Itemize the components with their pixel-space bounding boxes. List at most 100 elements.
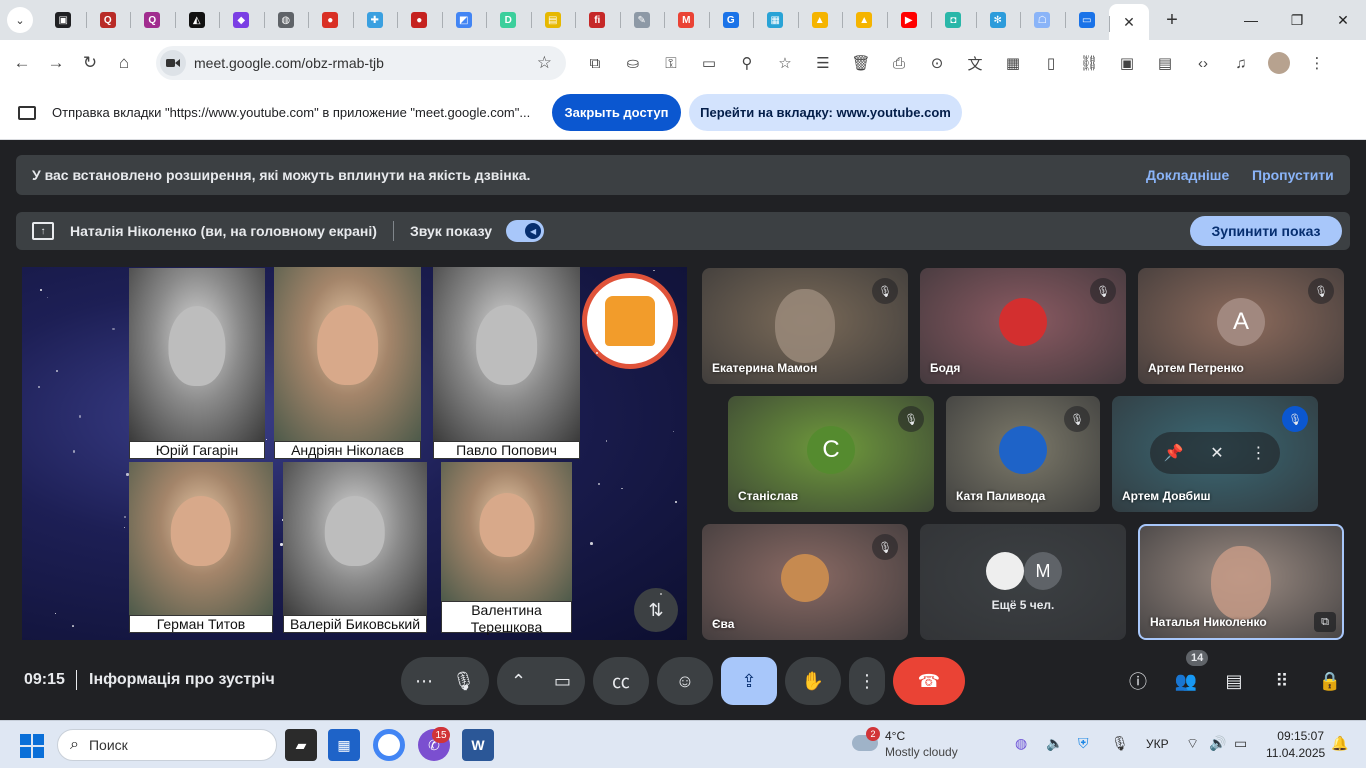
weather-widget[interactable]: 2 4°C Mostly cloudy <box>852 727 982 763</box>
mute-participant-icon[interactable]: ✕ <box>1210 443 1223 463</box>
reading-list-icon[interactable]: ☰ <box>804 46 842 80</box>
back-icon[interactable]: ← <box>5 46 39 80</box>
home-icon[interactable]: ⌂ <box>107 46 141 80</box>
browser-tab[interactable]: ● <box>397 0 442 40</box>
stop-presenting-button[interactable]: Зупинити показ <box>1190 216 1342 246</box>
media-control-icon[interactable]: ♫ <box>1222 46 1260 80</box>
browser-tab[interactable]: ▲ <box>842 0 887 40</box>
chat-icon[interactable]: ▤ <box>1221 668 1247 694</box>
browser-tab[interactable]: ● <box>308 0 353 40</box>
browser-tab[interactable]: ☖ <box>1020 0 1065 40</box>
browser-tab[interactable]: ✎ <box>619 0 665 40</box>
restore-icon[interactable]: ❐ <box>1274 0 1320 40</box>
browser-tab[interactable]: ◭ <box>174 0 220 40</box>
browser-tab[interactable]: ◆ <box>219 0 264 40</box>
tab-search-dropdown-icon[interactable]: ⌄ <box>7 7 33 33</box>
browser-tab[interactable]: ▶ <box>886 0 932 40</box>
raise-hand-button[interactable]: ✋ <box>785 657 841 705</box>
browser-tab[interactable]: ◘ <box>931 0 976 40</box>
battery-icon[interactable]: ▭ <box>1234 735 1247 752</box>
menu-kebab-icon[interactable]: ⋮ <box>1298 46 1336 80</box>
reload-icon[interactable]: ↻ <box>73 46 107 80</box>
notification-bell-icon[interactable]: 🔔 <box>1331 735 1348 752</box>
bookmark-star-icon[interactable]: ☆ <box>537 53 552 73</box>
chevron-up-icon[interactable]: ⌃ <box>511 671 526 692</box>
captions-button[interactable]: ㏄ <box>593 657 649 705</box>
code-icon[interactable]: ‹› <box>1184 46 1222 80</box>
link-icon[interactable]: ⛓ <box>1070 46 1108 80</box>
browser-tab[interactable]: D <box>486 0 531 40</box>
learn-more-link[interactable]: Докладніше <box>1146 167 1229 183</box>
browser-tab[interactable]: ◍ <box>263 0 309 40</box>
browser-tab[interactable]: ▭ <box>1064 0 1110 40</box>
url-text[interactable]: meet.google.com/obz-rmab-tjb <box>194 55 384 71</box>
profile-avatar[interactable] <box>1260 46 1298 80</box>
browser-tab[interactable]: ✚ <box>352 0 398 40</box>
volume-tray-icon[interactable]: 🔈 <box>1046 735 1063 752</box>
browser-tab[interactable]: M <box>664 0 709 40</box>
switch-to-tab-button[interactable]: Перейти на вкладку: www.youtube.com <box>689 94 962 131</box>
table-icon[interactable]: ▤ <box>1146 46 1184 80</box>
store-icon[interactable]: ▦ <box>328 729 360 761</box>
robot-extension-icon[interactable]: ⛀ <box>614 46 652 80</box>
browser-tab[interactable]: ◩ <box>441 0 487 40</box>
camera-icon[interactable]: ▭ <box>554 671 571 692</box>
wifi-icon[interactable]: ⌔ <box>1186 735 1199 753</box>
more-actions-button[interactable]: ⋮ <box>849 657 885 705</box>
host-controls-lock-icon[interactable]: 🔒 <box>1317 668 1343 694</box>
viber-tray-icon[interactable]: ◍ <box>1015 735 1027 752</box>
speaker-icon[interactable]: 🔊 <box>1209 735 1226 752</box>
present-now-button[interactable]: ⇪ <box>721 657 777 705</box>
participant-tile[interactable]: 🎙 Єва <box>702 524 908 640</box>
new-tab-button[interactable]: + <box>1157 5 1187 35</box>
participant-tile[interactable]: 📌 ✕ ⋮ 🎙 Артем Довбиш <box>1112 396 1318 512</box>
input-language[interactable]: УКР <box>1146 737 1169 751</box>
clock-date[interactable]: 09:15:07 11.04.2025 <box>1266 728 1325 762</box>
chrome-icon[interactable] <box>373 729 405 761</box>
screenshot-icon[interactable]: ⊙ <box>918 46 956 80</box>
shield-tray-icon[interactable]: ⛨ <box>1078 735 1089 752</box>
card-icon[interactable]: ▭ <box>690 46 728 80</box>
print-icon[interactable]: ⎙ <box>880 46 918 80</box>
meet-camera-icon[interactable] <box>160 50 186 76</box>
browser-tab[interactable]: Q <box>85 0 131 40</box>
participant-tile[interactable]: A 🎙 Артем Петренко <box>1138 268 1344 384</box>
more-options-icon[interactable]: ⋯ <box>415 671 433 692</box>
meeting-info-title[interactable]: Інформація про зустріч <box>89 671 275 689</box>
browser-tab[interactable]: ▦ <box>753 0 798 40</box>
forward-icon[interactable]: → <box>39 46 73 80</box>
window-close-icon[interactable]: ✕ <box>1320 0 1366 40</box>
pin-icon[interactable]: 📌 <box>1163 443 1183 463</box>
swap-layout-icon[interactable]: ⇅ <box>634 588 678 632</box>
participant-tile[interactable]: 🎙 Бодя <box>920 268 1126 384</box>
book-icon[interactable]: ▯ <box>1032 46 1070 80</box>
dismiss-link[interactable]: Пропустити <box>1252 167 1334 183</box>
menu-kebab-icon[interactable]: ⋮ <box>1251 443 1267 463</box>
browser-tab[interactable]: ▣ <box>41 0 86 40</box>
translate-icon[interactable]: 文 <box>956 46 994 80</box>
location-pin-icon[interactable]: ⚲ <box>728 46 766 80</box>
microphone-tray-icon[interactable]: 🎙 <box>1111 735 1129 752</box>
taskbar-search[interactable]: ⌕ Поиск <box>57 729 277 761</box>
participant-tile[interactable]: 🎙 Катя Паливода <box>946 396 1100 512</box>
participant-tile[interactable]: 🎙 Екатерина Мамон <box>702 268 908 384</box>
browser-tab[interactable]: ✻ <box>975 0 1021 40</box>
trash-icon[interactable]: 🗑 <box>842 46 880 80</box>
windows-start-icon[interactable] <box>20 734 44 758</box>
share-audio-toggle[interactable]: ◀ <box>506 220 545 242</box>
participant-tile[interactable]: ⧉ Наталья Николенко <box>1138 524 1344 640</box>
puzzle-extensions-icon[interactable]: ⧉ <box>576 46 614 80</box>
browser-tab[interactable]: ▤ <box>530 0 576 40</box>
stop-sharing-button[interactable]: Закрыть доступ <box>552 94 681 131</box>
qr-code-icon[interactable]: ▦ <box>994 46 1032 80</box>
cast-icon[interactable]: ▣ <box>1108 46 1146 80</box>
more-participants-tile[interactable]: M Ещё 5 чел. <box>920 524 1126 640</box>
active-tab[interactable]: ✕ <box>1109 4 1149 40</box>
tab-close-icon[interactable]: ✕ <box>1123 14 1135 31</box>
star-extension-icon[interactable]: ☆ <box>766 46 804 80</box>
browser-tab[interactable]: G <box>708 0 754 40</box>
task-view-icon[interactable]: ▰ <box>285 729 317 761</box>
microphone-icon[interactable]: 🎙 <box>452 671 475 692</box>
address-bar[interactable]: meet.google.com/obz-rmab-tjb ☆ <box>156 46 566 80</box>
activities-grid-icon[interactable]: ⠿ <box>1269 668 1295 694</box>
